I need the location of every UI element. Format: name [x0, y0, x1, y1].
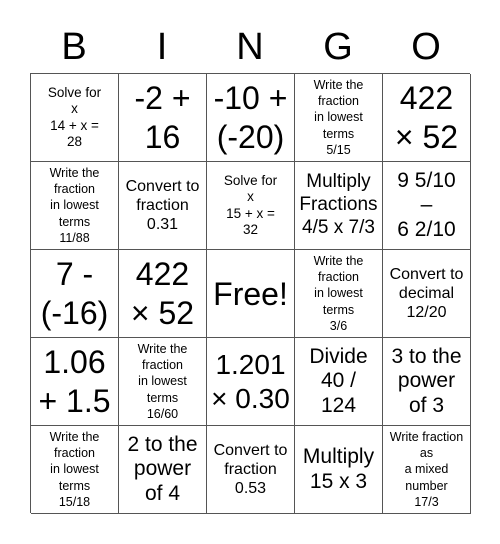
header-letter-o: O	[411, 26, 441, 68]
cell-text: Write the fraction in lowest terms 5/15	[313, 77, 364, 157]
bingo-cell-b3[interactable]: 7 - (-16)	[31, 250, 119, 338]
cell-text: 2 to the power of 4	[127, 433, 198, 505]
cell-text: Divide 40 / 124	[309, 345, 368, 417]
header-letter-g: G	[323, 26, 353, 68]
bingo-cell-b2[interactable]: Write the fraction in lowest terms 11/88	[31, 162, 119, 250]
bingo-cell-g2[interactable]: Multiply Fractions 4/5 x 7/3	[295, 162, 383, 250]
bingo-cell-n1[interactable]: -10 + (-20)	[207, 74, 295, 162]
cell-text: 422 × 52	[394, 80, 459, 155]
free-space-text: Free!	[213, 275, 288, 312]
cell-text: Solve for x 14 + x = 28	[47, 84, 102, 149]
cell-text: 7 - (-16)	[40, 256, 109, 331]
cell-text: Convert to decimal 12/20	[389, 265, 464, 322]
cell-text: Write the fraction in lowest terms 3/6	[313, 253, 364, 333]
bingo-card-grid: Solve for x 14 + x = 28 -2 + 16 -10 + (-…	[30, 73, 471, 514]
cell-text: 422 × 52	[130, 256, 195, 331]
cell-text: Convert to fraction 0.31	[125, 177, 200, 234]
bingo-cell-o5[interactable]: Write fraction as a mixed number 17/3	[383, 426, 471, 514]
bingo-cell-i5[interactable]: 2 to the power of 4	[119, 426, 207, 514]
cell-text: 1.201 × 0.30	[211, 348, 290, 414]
bingo-cell-n2[interactable]: Solve for x 15 + x = 32	[207, 162, 295, 250]
cell-text: 3 to the power of 3	[391, 345, 462, 417]
bingo-header: B I N G O	[30, 22, 470, 72]
bingo-cell-o4[interactable]: 3 to the power of 3	[383, 338, 471, 426]
header-letter-n: N	[236, 26, 264, 68]
bingo-cell-i3[interactable]: 422 × 52	[119, 250, 207, 338]
bingo-cell-n4[interactable]: 1.201 × 0.30	[207, 338, 295, 426]
cell-text: Convert to fraction 0.53	[213, 441, 288, 498]
cell-text: Multiply Fractions 4/5 x 7/3	[299, 171, 378, 238]
bingo-cell-b1[interactable]: Solve for x 14 + x = 28	[31, 74, 119, 162]
cell-text: 9 5/10 – 6 2/10	[397, 169, 456, 241]
cell-text: -10 + (-20)	[213, 80, 288, 155]
cell-text: -2 + 16	[134, 80, 191, 155]
header-letter-i: I	[156, 26, 168, 68]
bingo-cell-g4[interactable]: Divide 40 / 124	[295, 338, 383, 426]
bingo-cell-b4[interactable]: 1.06 + 1.5	[31, 338, 119, 426]
cell-text: Write the fraction in lowest terms 11/88	[49, 165, 100, 245]
bingo-cell-o1[interactable]: 422 × 52	[383, 74, 471, 162]
bingo-cell-g5[interactable]: Multiply 15 x 3	[295, 426, 383, 514]
bingo-cell-i4[interactable]: Write the fraction in lowest terms 16/60	[119, 338, 207, 426]
bingo-cell-n5[interactable]: Convert to fraction 0.53	[207, 426, 295, 514]
bingo-cell-g1[interactable]: Write the fraction in lowest terms 5/15	[295, 74, 383, 162]
bingo-cell-i1[interactable]: -2 + 16	[119, 74, 207, 162]
bingo-cell-free[interactable]: Free!	[207, 250, 295, 338]
bingo-cell-b5[interactable]: Write the fraction in lowest terms 15/18	[31, 426, 119, 514]
cell-text: 1.06 + 1.5	[38, 344, 111, 419]
header-letter-b: B	[61, 26, 87, 68]
cell-text: Write fraction as a mixed number 17/3	[389, 429, 464, 509]
bingo-cell-i2[interactable]: Convert to fraction 0.31	[119, 162, 207, 250]
cell-text: Write the fraction in lowest terms 16/60	[137, 341, 188, 421]
bingo-cell-g3[interactable]: Write the fraction in lowest terms 3/6	[295, 250, 383, 338]
bingo-cell-o2[interactable]: 9 5/10 – 6 2/10	[383, 162, 471, 250]
bingo-cell-o3[interactable]: Convert to decimal 12/20	[383, 250, 471, 338]
cell-text: Multiply 15 x 3	[302, 445, 375, 493]
cell-text: Write the fraction in lowest terms 15/18	[49, 429, 100, 509]
cell-text: Solve for x 15 + x = 32	[223, 172, 278, 237]
